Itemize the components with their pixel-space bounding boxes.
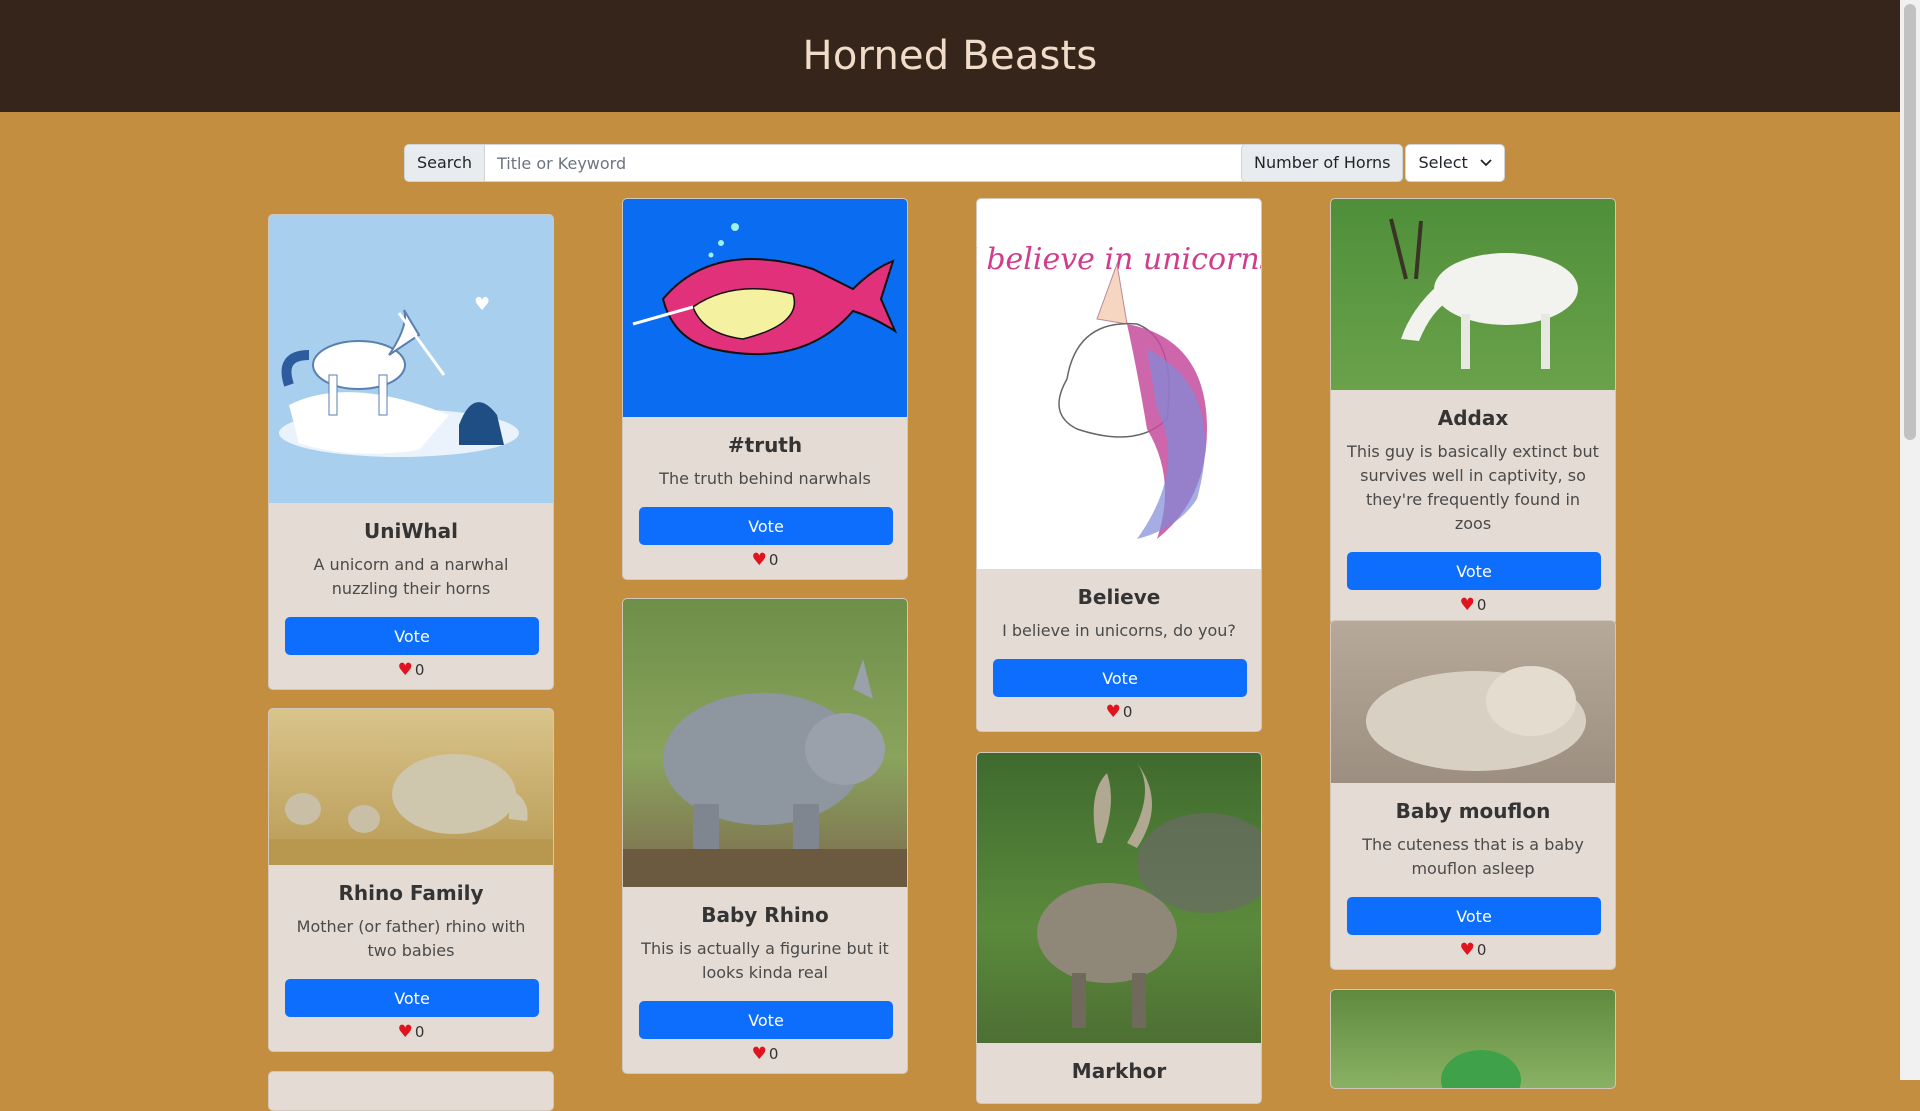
card-title: #truth (727, 433, 803, 457)
vote-count-value: 0 (768, 551, 779, 569)
search-label: Search (404, 144, 485, 182)
beast-card-partial (268, 1071, 554, 1111)
horns-select[interactable]: Select (1405, 144, 1505, 182)
card-title: Rhino Family (338, 881, 484, 905)
horns-select-value: Select (1418, 153, 1468, 172)
vote-button[interactable]: Vote (993, 659, 1247, 697)
vote-count: ♥ 0 (1347, 941, 1599, 959)
card-image[interactable] (977, 753, 1261, 1043)
card-image[interactable] (1331, 199, 1615, 390)
card-title: Baby mouflon (1395, 799, 1551, 823)
vote-button[interactable]: Vote (1347, 897, 1601, 935)
vote-count-value: 0 (1476, 941, 1487, 959)
vote-count-value: 0 (414, 1023, 425, 1041)
svg-text:♥: ♥ (474, 294, 490, 315)
vote-count: ♥ 0 (1347, 596, 1599, 614)
card-description: A unicorn and a narwhal nuzzling their h… (313, 555, 509, 598)
card-description: The truth behind narwhals (659, 469, 871, 488)
heart-icon: ♥ (1459, 939, 1475, 960)
heart-icon: ♥ (751, 1043, 767, 1064)
scrollbar-thumb[interactable] (1904, 4, 1916, 440)
card-title: Markhor (1071, 1059, 1167, 1083)
chevron-down-icon (1480, 159, 1492, 167)
search-group: Search (404, 144, 1258, 182)
vote-button[interactable]: Vote (1347, 552, 1601, 590)
page-header: Horned Beasts (0, 0, 1900, 112)
beast-card: I believe in unicorns Believe I believe … (976, 198, 1262, 732)
card-image[interactable] (1331, 990, 1615, 1088)
vote-count-value: 0 (414, 661, 425, 679)
beast-card: Markhor (976, 752, 1262, 1104)
vote-count: ♥ 0 (285, 661, 537, 679)
beast-card: Addax This guy is basically extinct but … (1330, 198, 1616, 625)
horns-filter-label: Number of Horns (1241, 144, 1404, 182)
vote-count-value: 0 (768, 1045, 779, 1063)
card-description: This is actually a figurine but it looks… (641, 939, 889, 982)
card-title: Baby Rhino (701, 903, 829, 927)
page-scrollbar[interactable] (1900, 0, 1920, 1080)
card-title: Addax (1437, 406, 1509, 430)
card-image[interactable]: ♥ (269, 215, 553, 503)
page-title: Horned Beasts (802, 33, 1098, 79)
card-title: UniWhal (364, 519, 458, 543)
heart-icon: ♥ (397, 659, 413, 680)
beast-card-partial (1330, 989, 1616, 1089)
card-description: The cuteness that is a baby mouflon asle… (1362, 835, 1584, 878)
beast-card: Baby Rhino This is actually a figurine b… (622, 598, 908, 1074)
card-description: Mother (or father) rhino with two babies (296, 917, 526, 960)
search-input[interactable] (484, 144, 1258, 182)
heart-icon: ♥ (751, 549, 767, 570)
heart-icon: ♥ (1105, 701, 1121, 722)
beast-card: ♥ UniWhal A unicorn and a narwhal nuzzli… (268, 214, 554, 690)
beast-card: #truth The truth behind narwhals Vote ♥ 0 (622, 198, 908, 580)
vote-count-value: 0 (1122, 703, 1133, 721)
card-image[interactable] (1331, 621, 1615, 783)
vote-button[interactable]: Vote (639, 1001, 893, 1039)
card-title: Believe (1077, 585, 1161, 609)
vote-button[interactable]: Vote (285, 617, 539, 655)
vote-count-value: 0 (1476, 596, 1487, 614)
vote-button[interactable]: Vote (285, 979, 539, 1017)
vote-count: ♥ 0 (993, 703, 1245, 721)
card-description: This guy is basically extinct but surviv… (1347, 442, 1599, 533)
card-image[interactable] (623, 199, 907, 417)
card-image[interactable] (623, 599, 907, 887)
vote-button[interactable]: Vote (639, 507, 893, 545)
heart-icon: ♥ (1459, 594, 1475, 615)
beast-card: Baby mouflon The cuteness that is a baby… (1330, 620, 1616, 970)
believe-script-text: I believe in unicorns (977, 242, 1261, 277)
heart-icon: ♥ (397, 1021, 413, 1042)
vote-count: ♥ 0 (639, 551, 891, 569)
horns-filter-group: Number of Horns Select (1241, 144, 1505, 182)
card-image[interactable] (269, 709, 553, 865)
card-description: I believe in unicorns, do you? (1002, 621, 1236, 640)
vote-count: ♥ 0 (639, 1045, 891, 1063)
card-image[interactable]: I believe in unicorns (977, 199, 1261, 569)
vote-count: ♥ 0 (285, 1023, 537, 1041)
beast-card: Rhino Family Mother (or father) rhino wi… (268, 708, 554, 1052)
